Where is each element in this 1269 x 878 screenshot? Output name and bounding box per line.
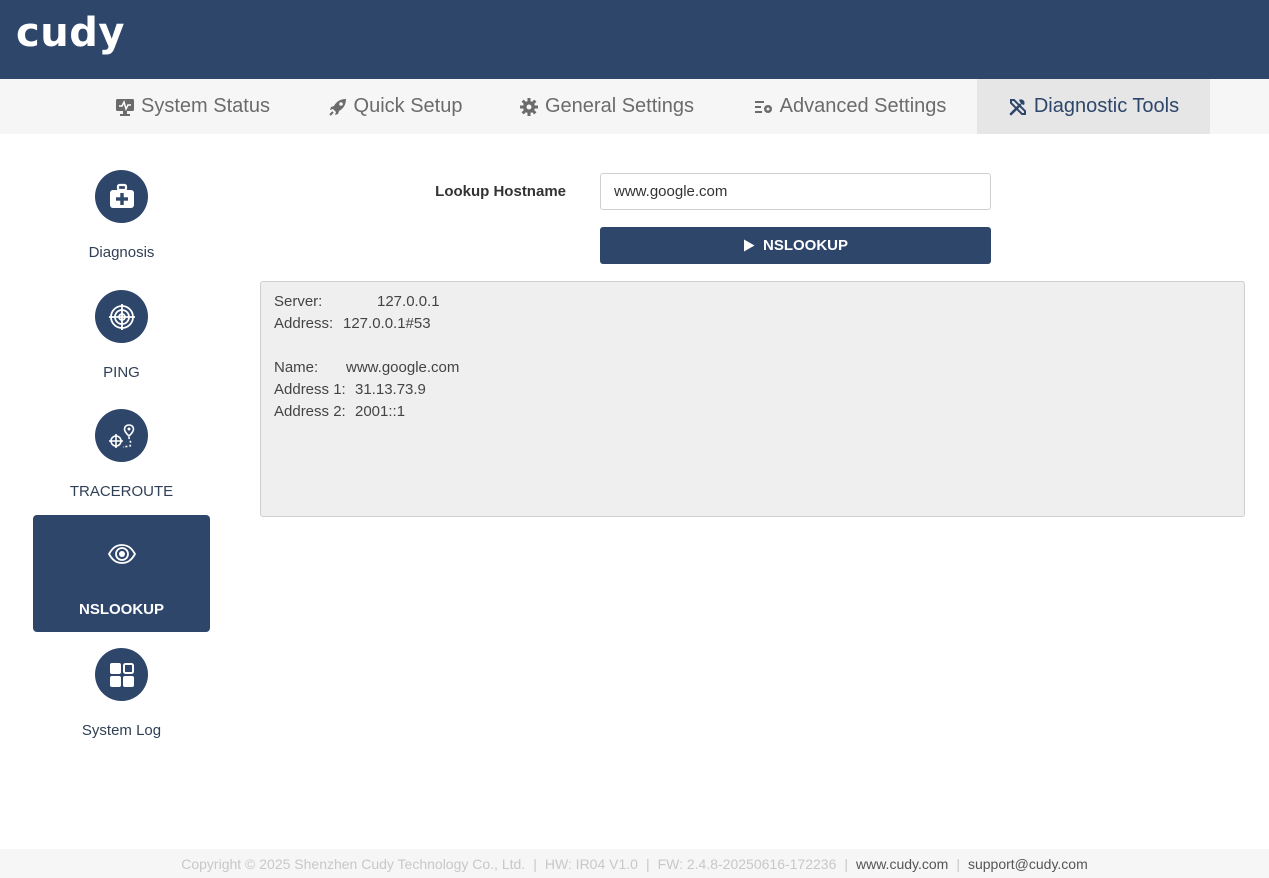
advanced-settings-icon — [754, 97, 774, 117]
output-value: 127.0.0.1#53 — [343, 315, 431, 332]
rocket-icon — [328, 97, 348, 117]
tab-label: Advanced Settings — [779, 95, 947, 117]
tab-advanced-settings[interactable]: Advanced Settings — [735, 79, 965, 134]
output-value: www.google.com — [346, 359, 460, 376]
output-line-address: Address: 127.0.0.1#53 — [274, 313, 1231, 335]
output-line-address-2: Address 2: 2001::1 — [274, 401, 1231, 423]
output-line-server: Server: 127.0.0.1 — [274, 291, 1231, 313]
sidebar-item-label: Diagnosis — [88, 244, 155, 261]
sidebar-item-label: PING — [103, 364, 140, 381]
monitor-icon — [115, 97, 135, 117]
tab-label: General Settings — [545, 95, 694, 117]
output-key: Name: — [274, 359, 319, 376]
nslookup-button-label: NSLOOKUP — [762, 237, 848, 254]
tab-label: Quick Setup — [353, 95, 463, 117]
output-line-address-1: Address 1: 31.13.73.9 — [274, 379, 1231, 401]
nslookup-output: Server: 127.0.0.1 Address: 127.0.0.1#53 Na… — [260, 281, 1245, 517]
eye-icon — [95, 527, 148, 580]
target-icon — [95, 290, 148, 343]
output-key: Address 2: — [274, 403, 346, 420]
sidebar-item-label: TRACEROUTE — [69, 483, 174, 500]
cudy-logo[interactable]: cudy — [16, 10, 125, 56]
tab-label: System Status — [141, 95, 270, 117]
play-icon — [743, 239, 755, 252]
route-pin-icon — [95, 409, 148, 462]
sidebar-item-diagnosis[interactable]: Diagnosis — [33, 158, 210, 275]
footer-hardware-version: HW: IR04 V1.0 — [544, 855, 638, 872]
tab-label: Diagnostic Tools — [1033, 95, 1180, 117]
footer-separator: | — [533, 855, 537, 872]
footer-firmware-version: FW: 2.4.8-20250616-172236 — [657, 855, 837, 872]
medical-kit-icon — [95, 170, 148, 223]
sidebar-item-ping[interactable]: PING — [33, 278, 210, 395]
tab-quick-setup[interactable]: Quick Setup — [312, 79, 478, 134]
main-nav: System Status Quick Setup General Settin… — [0, 79, 1269, 134]
sidebar-item-label: NSLOOKUP — [78, 601, 164, 618]
grid-icon — [95, 648, 148, 701]
output-key: Address 1: — [274, 381, 346, 398]
output-key: Server: — [274, 293, 323, 310]
footer-separator: | — [956, 855, 960, 872]
lookup-hostname-label: Lookup Hostname — [435, 183, 566, 200]
footer-support-email-link[interactable]: support@cudy.com — [968, 856, 1088, 872]
sidebar-item-traceroute[interactable]: TRACEROUTE — [33, 397, 210, 514]
tab-system-status[interactable]: System Status — [100, 79, 285, 134]
footer-separator: | — [844, 855, 848, 872]
output-blank-line — [274, 335, 1231, 357]
top-header: cudy — [0, 0, 1269, 79]
hostname-input[interactable] — [600, 173, 991, 210]
output-line-name: Name: www.google.com — [274, 357, 1231, 379]
output-value: 127.0.0.1 — [377, 293, 440, 310]
output-value: 2001::1 — [355, 403, 406, 420]
sidebar-item-label: System Log — [81, 722, 162, 739]
output-value: 31.13.73.9 — [355, 381, 426, 398]
footer-copyright: Copyright © 2025 Shenzhen Cudy Technolog… — [181, 855, 526, 872]
wrench-screwdriver-icon — [1008, 97, 1028, 117]
gear-icon — [519, 97, 539, 117]
footer-website-link[interactable]: www.cudy.com — [856, 856, 948, 872]
page-footer: Copyright © 2025 Shenzhen Cudy Technolog… — [0, 849, 1269, 878]
footer-separator: | — [645, 855, 650, 872]
sidebar-item-system-log[interactable]: System Log — [33, 636, 210, 753]
nslookup-button[interactable]: NSLOOKUP — [600, 227, 991, 264]
tab-diagnostic-tools[interactable]: Diagnostic Tools — [977, 79, 1210, 134]
output-key: Address: — [274, 315, 334, 332]
tab-general-settings[interactable]: General Settings — [503, 79, 710, 134]
sidebar-item-nslookup[interactable]: NSLOOKUP — [33, 515, 210, 632]
